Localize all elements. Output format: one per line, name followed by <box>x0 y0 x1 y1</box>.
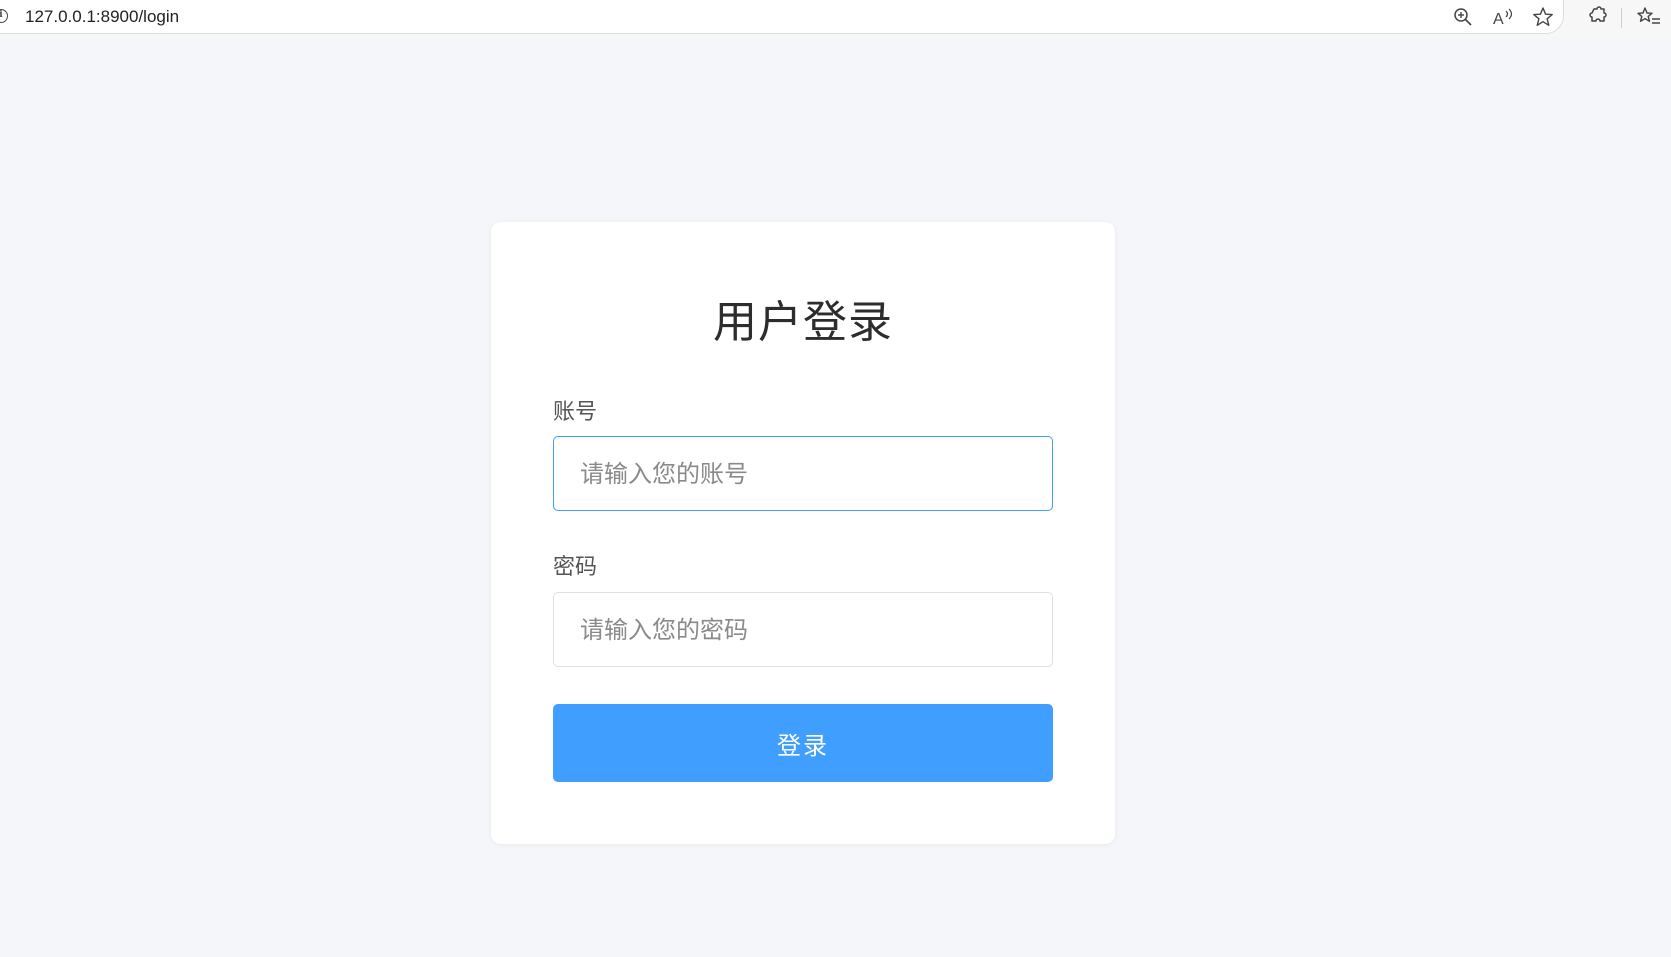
toolbar-divider <box>1621 8 1622 28</box>
account-label: 账号 <box>553 400 598 425</box>
read-aloud-icon[interactable]: A <box>1490 4 1516 30</box>
account-input[interactable] <box>553 436 1053 511</box>
zoom-in-icon[interactable] <box>1450 4 1476 30</box>
extensions-icon[interactable] <box>1584 4 1610 30</box>
password-input[interactable] <box>553 592 1053 667</box>
favorite-star-icon[interactable] <box>1530 4 1556 30</box>
svg-text:A: A <box>1493 11 1504 27</box>
browser-toolbar: i 127.0.0.1:8900/login A <box>0 0 1671 38</box>
info-icon[interactable]: i <box>0 9 8 23</box>
password-label: 密码 <box>553 555 598 580</box>
url-text[interactable]: 127.0.0.1:8900/login <box>25 7 179 27</box>
favorites-list-icon[interactable] <box>1636 4 1662 30</box>
address-bar[interactable]: i 127.0.0.1:8900/login <box>0 0 1564 34</box>
page-title: 用户登录 <box>713 297 893 348</box>
login-card: 用户登录 账号 密码 登录 <box>491 222 1115 844</box>
login-button[interactable]: 登录 <box>553 704 1053 782</box>
